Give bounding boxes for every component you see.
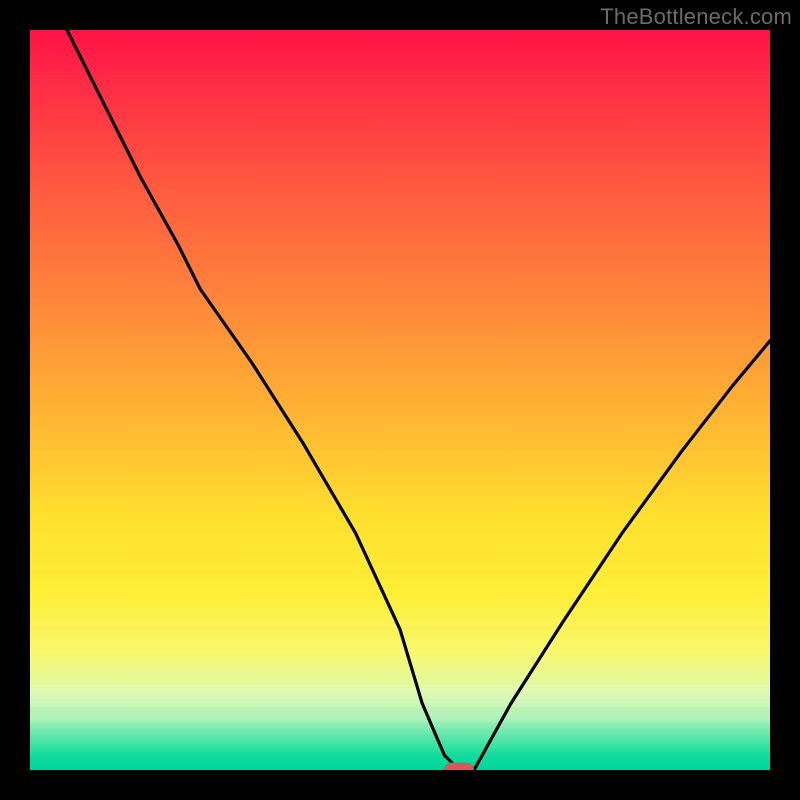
bottleneck-curve <box>67 30 770 770</box>
watermark-text: TheBottleneck.com <box>600 4 792 30</box>
optimal-marker <box>444 763 474 771</box>
chart-frame: TheBottleneck.com <box>0 0 800 800</box>
curve-svg <box>30 30 770 770</box>
plot-area <box>30 30 770 770</box>
